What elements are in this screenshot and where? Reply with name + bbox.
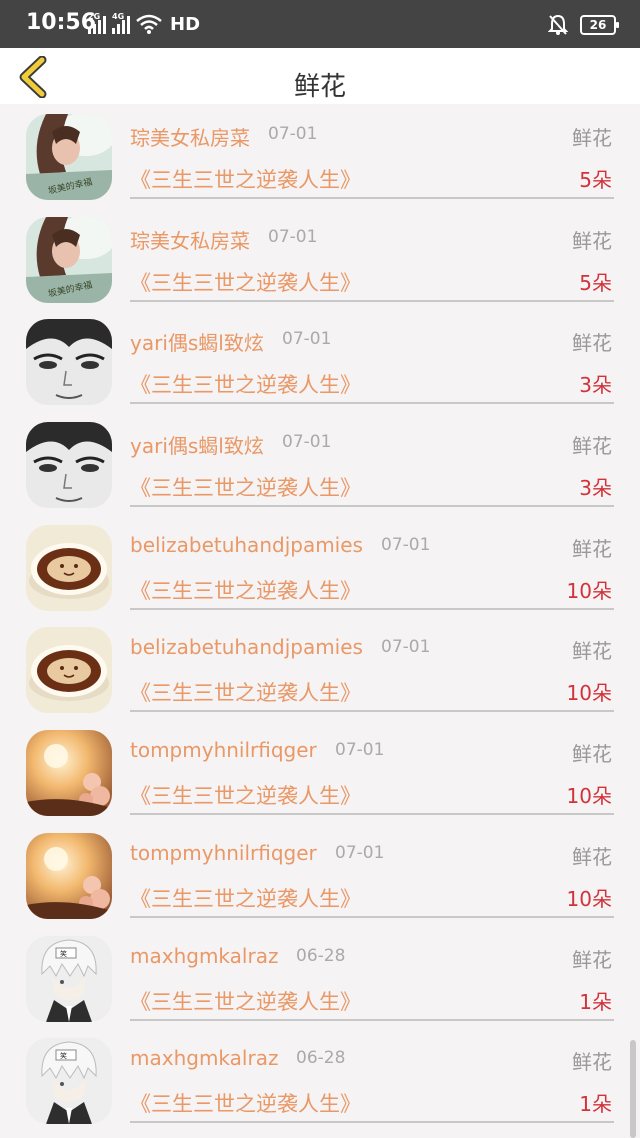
gift-type: 鲜花 bbox=[572, 331, 612, 356]
list-item[interactable]: yari偶s蝎l致炫 07-01 鲜花《三生三世之逆袭人生》 3朵 bbox=[0, 418, 640, 521]
book-title[interactable]: 《三生三世之逆袭人生》 bbox=[130, 677, 361, 707]
divider bbox=[130, 299, 614, 302]
user-name[interactable]: 琮美女私房菜 bbox=[130, 225, 250, 254]
svg-text:笑: 笑 bbox=[60, 949, 67, 958]
hd-indicator: HD bbox=[170, 14, 201, 35]
divider bbox=[130, 1018, 614, 1021]
divider bbox=[130, 402, 614, 405]
divider bbox=[130, 197, 614, 199]
list-item[interactable]: yari偶s蝎l致炫 07-01 鲜花《三生三世之逆袭人生》 3朵 bbox=[0, 315, 640, 418]
gift-amount: 5朵 bbox=[579, 270, 612, 295]
list-item[interactable]: belizabetuhandjpamies 07-01 鲜花《三生三世之逆袭人生》 1… bbox=[0, 521, 640, 624]
user-name[interactable]: tompmyhnilrfiqger bbox=[130, 841, 317, 865]
gift-date: 07-01 bbox=[282, 329, 332, 350]
wifi-icon bbox=[136, 14, 162, 34]
divider bbox=[130, 1121, 614, 1124]
gift-list: 坂美的幸福 琮美女私房菜 07-01 鲜花 《三生三世之逆袭人生》 5朵 坂美的幸福 琮美女私… bbox=[0, 110, 640, 1137]
gift-type: 鲜花 bbox=[572, 536, 612, 561]
gift-type: 鲜花 bbox=[572, 639, 612, 664]
divider bbox=[130, 505, 614, 508]
user-name[interactable]: yari偶s蝎l致炫 bbox=[130, 327, 264, 356]
avatar[interactable] bbox=[26, 832, 112, 919]
gift-type: 鲜花 bbox=[572, 434, 612, 459]
user-name[interactable]: maxhgmkalraz bbox=[130, 944, 278, 968]
list-item[interactable]: 笑 maxhgmkalraz 06-28 鲜花《三生三世之逆袭人生》 1朵 bbox=[0, 932, 640, 1035]
user-name[interactable]: yari偶s蝎l致炫 bbox=[130, 430, 264, 459]
avatar[interactable]: 坂美的幸福 bbox=[26, 114, 112, 200]
list-item[interactable]: tompmyhnilrfiqger 07-01 鲜花《三生三世之逆袭人生》 10朵 bbox=[0, 829, 640, 932]
gift-date: 07-01 bbox=[381, 637, 431, 658]
avatar[interactable]: 笑 bbox=[26, 1038, 112, 1125]
gift-date: 06-28 bbox=[296, 1048, 346, 1069]
avatar[interactable] bbox=[26, 524, 112, 611]
gift-type: 鲜花 bbox=[572, 1050, 612, 1075]
list-item[interactable]: 笑 maxhgmkalraz 06-28 鲜花《三生三世之逆袭人生》 1朵 bbox=[0, 1034, 640, 1137]
gift-date: 07-01 bbox=[335, 740, 385, 761]
header-bar: 鲜花 bbox=[0, 48, 640, 104]
book-title[interactable]: 《三生三世之逆袭人生》 bbox=[130, 369, 361, 399]
gift-amount: 3朵 bbox=[579, 476, 612, 501]
gift-amount: 5朵 bbox=[579, 168, 612, 192]
gift-amount: 10朵 bbox=[566, 578, 612, 603]
svg-text:笑: 笑 bbox=[60, 1051, 67, 1060]
divider bbox=[130, 813, 614, 816]
avatar[interactable]: 坂美的幸福 bbox=[26, 216, 112, 303]
user-name[interactable]: belizabetuhandjpamies bbox=[130, 533, 363, 557]
list-item[interactable]: 坂美的幸福 琮美女私房菜 07-01 鲜花《三生三世之逆袭人生》 5朵 bbox=[0, 213, 640, 316]
signal-2g-icon: 2G bbox=[88, 12, 106, 34]
list-item[interactable]: belizabetuhandjpamies 07-01 鲜花《三生三世之逆袭人生》 1… bbox=[0, 623, 640, 726]
gift-date: 07-01 bbox=[282, 432, 332, 453]
gift-date: 06-28 bbox=[296, 945, 346, 966]
status-time: 10:56 bbox=[26, 10, 97, 35]
gift-type: 鲜花 bbox=[572, 742, 612, 767]
scrollbar[interactable] bbox=[630, 1040, 636, 1138]
gift-date: 07-01 bbox=[381, 534, 431, 555]
gift-amount: 10朵 bbox=[566, 886, 612, 911]
gift-amount: 1朵 bbox=[579, 1092, 612, 1117]
mute-bell-icon bbox=[548, 14, 568, 35]
divider bbox=[130, 607, 614, 610]
book-title[interactable]: 《三生三世之逆袭人生》 bbox=[130, 780, 361, 810]
signal-4g-icon: 4G bbox=[112, 12, 130, 34]
avatar[interactable] bbox=[26, 422, 112, 509]
list-item[interactable]: tompmyhnilrfiqger 07-01 鲜花《三生三世之逆袭人生》 10朵 bbox=[0, 726, 640, 829]
book-title[interactable]: 《三生三世之逆袭人生》 bbox=[130, 164, 361, 194]
divider bbox=[130, 915, 614, 918]
book-title[interactable]: 《三生三世之逆袭人生》 bbox=[130, 267, 361, 297]
user-name[interactable]: 琮美女私房菜 bbox=[130, 122, 250, 151]
status-icons: 2G 4G HD bbox=[88, 12, 201, 35]
divider bbox=[130, 710, 614, 713]
status-bar: 10:56 2G 4G HD 26 bbox=[0, 0, 640, 48]
page-title: 鲜花 bbox=[293, 72, 346, 102]
book-title[interactable]: 《三生三世之逆袭人生》 bbox=[130, 575, 361, 605]
gift-type: 鲜花 bbox=[572, 947, 612, 972]
gift-date: 07-01 bbox=[335, 842, 385, 863]
avatar[interactable] bbox=[26, 319, 112, 406]
gift-type: 鲜花 bbox=[572, 126, 612, 150]
gift-amount: 10朵 bbox=[566, 784, 612, 809]
user-name[interactable]: belizabetuhandjpamies bbox=[130, 635, 363, 659]
user-name[interactable]: maxhgmkalraz bbox=[130, 1046, 278, 1070]
gift-type: 鲜花 bbox=[572, 844, 612, 869]
gift-type: 鲜花 bbox=[572, 228, 612, 253]
list-item[interactable]: 坂美的幸福 琮美女私房菜 07-01 鲜花《三生三世之逆袭人生》 5朵 bbox=[0, 110, 640, 213]
book-title[interactable]: 《三生三世之逆袭人生》 bbox=[130, 883, 361, 913]
avatar[interactable] bbox=[26, 730, 112, 817]
gift-date: 07-01 bbox=[268, 124, 318, 144]
gift-amount: 1朵 bbox=[579, 989, 612, 1014]
avatar[interactable] bbox=[26, 627, 112, 714]
book-title[interactable]: 《三生三世之逆袭人生》 bbox=[130, 986, 361, 1016]
battery-icon: 26 bbox=[580, 15, 619, 35]
gift-amount: 3朵 bbox=[579, 373, 612, 398]
avatar[interactable]: 笑 bbox=[26, 935, 112, 1022]
user-name[interactable]: tompmyhnilrfiqger bbox=[130, 738, 317, 762]
gift-date: 07-01 bbox=[268, 226, 318, 247]
book-title[interactable]: 《三生三世之逆袭人生》 bbox=[130, 472, 361, 502]
gift-amount: 10朵 bbox=[566, 681, 612, 706]
book-title[interactable]: 《三生三世之逆袭人生》 bbox=[130, 1088, 361, 1118]
